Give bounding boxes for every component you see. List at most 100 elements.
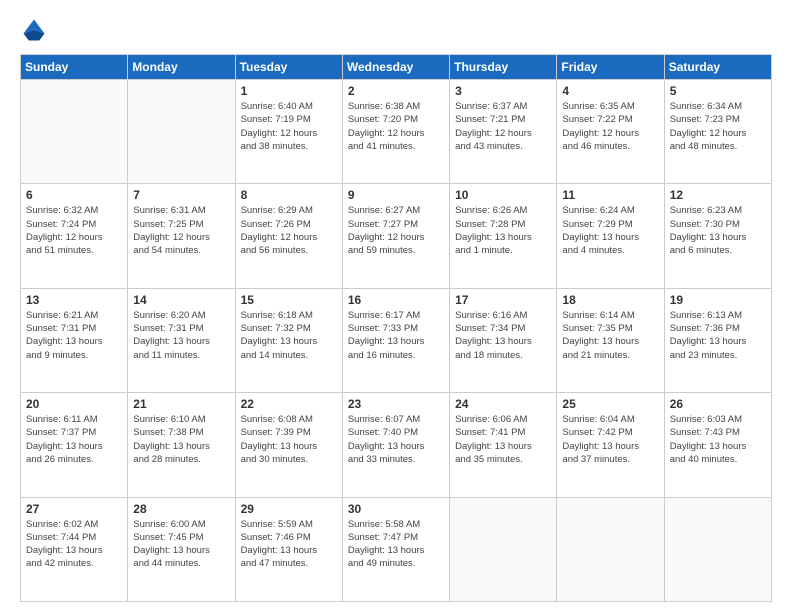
- day-info: Sunrise: 6:14 AM Sunset: 7:35 PM Dayligh…: [562, 309, 658, 362]
- day-number: 17: [455, 293, 551, 307]
- calendar-cell: 25 Sunrise: 6:04 AM Sunset: 7:42 PM Dayli…: [557, 393, 664, 497]
- calendar-cell: 27 Sunrise: 6:02 AM Sunset: 7:44 PM Dayli…: [21, 497, 128, 601]
- calendar-day-header: Wednesday: [342, 55, 449, 80]
- day-number: 16: [348, 293, 444, 307]
- calendar-cell: 16 Sunrise: 6:17 AM Sunset: 7:33 PM Dayli…: [342, 288, 449, 392]
- day-number: 18: [562, 293, 658, 307]
- day-info: Sunrise: 6:08 AM Sunset: 7:39 PM Dayligh…: [241, 413, 337, 466]
- day-info: Sunrise: 6:17 AM Sunset: 7:33 PM Dayligh…: [348, 309, 444, 362]
- calendar-day-header: Sunday: [21, 55, 128, 80]
- day-number: 30: [348, 502, 444, 516]
- day-number: 12: [670, 188, 766, 202]
- calendar-cell: 1 Sunrise: 6:40 AM Sunset: 7:19 PM Daylig…: [235, 80, 342, 184]
- calendar-cell: [128, 80, 235, 184]
- day-info: Sunrise: 6:13 AM Sunset: 7:36 PM Dayligh…: [670, 309, 766, 362]
- day-info: Sunrise: 6:16 AM Sunset: 7:34 PM Dayligh…: [455, 309, 551, 362]
- day-number: 20: [26, 397, 122, 411]
- day-info: Sunrise: 5:58 AM Sunset: 7:47 PM Dayligh…: [348, 518, 444, 571]
- calendar-cell: 15 Sunrise: 6:18 AM Sunset: 7:32 PM Dayli…: [235, 288, 342, 392]
- calendar-cell: 4 Sunrise: 6:35 AM Sunset: 7:22 PM Daylig…: [557, 80, 664, 184]
- calendar-day-header: Thursday: [450, 55, 557, 80]
- day-number: 4: [562, 84, 658, 98]
- calendar-cell: 17 Sunrise: 6:16 AM Sunset: 7:34 PM Dayli…: [450, 288, 557, 392]
- day-number: 22: [241, 397, 337, 411]
- day-info: Sunrise: 6:18 AM Sunset: 7:32 PM Dayligh…: [241, 309, 337, 362]
- calendar-day-header: Saturday: [664, 55, 771, 80]
- calendar-cell: 6 Sunrise: 6:32 AM Sunset: 7:24 PM Daylig…: [21, 184, 128, 288]
- day-info: Sunrise: 6:21 AM Sunset: 7:31 PM Dayligh…: [26, 309, 122, 362]
- day-number: 25: [562, 397, 658, 411]
- calendar-cell: 14 Sunrise: 6:20 AM Sunset: 7:31 PM Dayli…: [128, 288, 235, 392]
- calendar-day-header: Tuesday: [235, 55, 342, 80]
- day-number: 14: [133, 293, 229, 307]
- day-info: Sunrise: 6:35 AM Sunset: 7:22 PM Dayligh…: [562, 100, 658, 153]
- calendar-cell: [21, 80, 128, 184]
- day-info: Sunrise: 6:38 AM Sunset: 7:20 PM Dayligh…: [348, 100, 444, 153]
- calendar-cell: 24Sunrise: 6:06 AM Sunset: 7:41 PM Dayli…: [450, 393, 557, 497]
- calendar-cell: 2 Sunrise: 6:38 AM Sunset: 7:20 PM Daylig…: [342, 80, 449, 184]
- calendar-cell: 26Sunrise: 6:03 AM Sunset: 7:43 PM Dayli…: [664, 393, 771, 497]
- calendar-cell: 22 Sunrise: 6:08 AM Sunset: 7:39 PM Dayli…: [235, 393, 342, 497]
- calendar-cell: 19 Sunrise: 6:13 AM Sunset: 7:36 PM Dayli…: [664, 288, 771, 392]
- header: [20, 16, 772, 44]
- calendar-cell: 29 Sunrise: 5:59 AM Sunset: 7:46 PM Dayli…: [235, 497, 342, 601]
- day-info: Sunrise: 6:04 AM Sunset: 7:42 PM Dayligh…: [562, 413, 658, 466]
- day-number: 2: [348, 84, 444, 98]
- day-number: 9: [348, 188, 444, 202]
- day-info: Sunrise: 6:10 AM Sunset: 7:38 PM Dayligh…: [133, 413, 229, 466]
- calendar-cell: 5Sunrise: 6:34 AM Sunset: 7:23 PM Daylig…: [664, 80, 771, 184]
- day-number: 6: [26, 188, 122, 202]
- day-info: Sunrise: 5:59 AM Sunset: 7:46 PM Dayligh…: [241, 518, 337, 571]
- day-number: 24: [455, 397, 551, 411]
- calendar-day-header: Monday: [128, 55, 235, 80]
- day-info: Sunrise: 6:26 AM Sunset: 7:28 PM Dayligh…: [455, 204, 551, 257]
- calendar-cell: 18 Sunrise: 6:14 AM Sunset: 7:35 PM Dayli…: [557, 288, 664, 392]
- day-info: Sunrise: 6:07 AM Sunset: 7:40 PM Dayligh…: [348, 413, 444, 466]
- day-number: 13: [26, 293, 122, 307]
- calendar-cell: 3 Sunrise: 6:37 AM Sunset: 7:21 PM Daylig…: [450, 80, 557, 184]
- day-number: 29: [241, 502, 337, 516]
- calendar-cell: 7 Sunrise: 6:31 AM Sunset: 7:25 PM Daylig…: [128, 184, 235, 288]
- day-number: 10: [455, 188, 551, 202]
- day-info: Sunrise: 6:40 AM Sunset: 7:19 PM Dayligh…: [241, 100, 337, 153]
- day-info: Sunrise: 6:29 AM Sunset: 7:26 PM Dayligh…: [241, 204, 337, 257]
- day-info: Sunrise: 6:37 AM Sunset: 7:21 PM Dayligh…: [455, 100, 551, 153]
- calendar-cell: 28 Sunrise: 6:00 AM Sunset: 7:45 PM Dayli…: [128, 497, 235, 601]
- calendar-day-header: Friday: [557, 55, 664, 80]
- day-number: 5: [670, 84, 766, 98]
- calendar-cell: 23Sunrise: 6:07 AM Sunset: 7:40 PM Dayli…: [342, 393, 449, 497]
- calendar-cell: 8 Sunrise: 6:29 AM Sunset: 7:26 PM Daylig…: [235, 184, 342, 288]
- day-number: 19: [670, 293, 766, 307]
- day-number: 11: [562, 188, 658, 202]
- day-number: 7: [133, 188, 229, 202]
- logo: [20, 16, 52, 44]
- calendar-week-row: 27 Sunrise: 6:02 AM Sunset: 7:44 PM Dayli…: [21, 497, 772, 601]
- calendar-cell: 12Sunrise: 6:23 AM Sunset: 7:30 PM Dayli…: [664, 184, 771, 288]
- calendar-week-row: 1 Sunrise: 6:40 AM Sunset: 7:19 PM Daylig…: [21, 80, 772, 184]
- calendar-table: SundayMondayTuesdayWednesdayThursdayFrid…: [20, 54, 772, 602]
- calendar-cell: [450, 497, 557, 601]
- day-info: Sunrise: 6:02 AM Sunset: 7:44 PM Dayligh…: [26, 518, 122, 571]
- day-number: 15: [241, 293, 337, 307]
- calendar-cell: 30 Sunrise: 5:58 AM Sunset: 7:47 PM Dayli…: [342, 497, 449, 601]
- calendar-cell: [557, 497, 664, 601]
- calendar-week-row: 20 Sunrise: 6:11 AM Sunset: 7:37 PM Dayli…: [21, 393, 772, 497]
- calendar-cell: 20 Sunrise: 6:11 AM Sunset: 7:37 PM Dayli…: [21, 393, 128, 497]
- logo-icon: [20, 16, 48, 44]
- day-number: 28: [133, 502, 229, 516]
- day-number: 3: [455, 84, 551, 98]
- day-info: Sunrise: 6:32 AM Sunset: 7:24 PM Dayligh…: [26, 204, 122, 257]
- calendar-cell: 21 Sunrise: 6:10 AM Sunset: 7:38 PM Dayli…: [128, 393, 235, 497]
- calendar-week-row: 6 Sunrise: 6:32 AM Sunset: 7:24 PM Daylig…: [21, 184, 772, 288]
- day-info: Sunrise: 6:20 AM Sunset: 7:31 PM Dayligh…: [133, 309, 229, 362]
- day-info: Sunrise: 6:11 AM Sunset: 7:37 PM Dayligh…: [26, 413, 122, 466]
- day-number: 1: [241, 84, 337, 98]
- day-number: 8: [241, 188, 337, 202]
- day-number: 27: [26, 502, 122, 516]
- day-info: Sunrise: 6:00 AM Sunset: 7:45 PM Dayligh…: [133, 518, 229, 571]
- day-info: Sunrise: 6:31 AM Sunset: 7:25 PM Dayligh…: [133, 204, 229, 257]
- calendar-header-row: SundayMondayTuesdayWednesdayThursdayFrid…: [21, 55, 772, 80]
- calendar-cell: 9Sunrise: 6:27 AM Sunset: 7:27 PM Daylig…: [342, 184, 449, 288]
- day-number: 21: [133, 397, 229, 411]
- day-info: Sunrise: 6:24 AM Sunset: 7:29 PM Dayligh…: [562, 204, 658, 257]
